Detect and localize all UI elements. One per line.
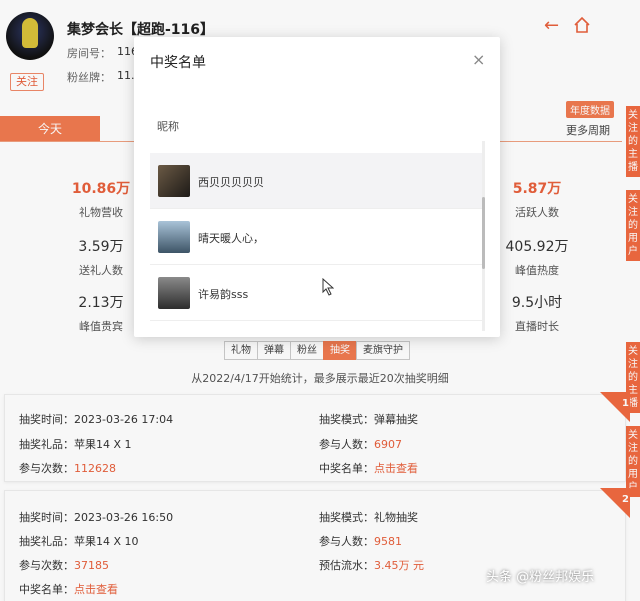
winner-row[interactable]: 许易韵sss xyxy=(150,265,484,321)
winner-name: 西贝贝贝贝贝 xyxy=(198,176,264,189)
winners-modal: 中奖名单 × 昵称 西贝贝贝贝贝 晴天暖人心， 许易韵sss xyxy=(134,37,500,337)
winner-avatar xyxy=(158,165,190,197)
winner-avatar xyxy=(158,221,190,253)
live-stats-page: 关注 集梦会长【超跑-116】 房间号： 116 粉丝牌： 11. ← 今天 年… xyxy=(0,0,640,601)
watermark: 头条 @粉丝邦娱乐 xyxy=(486,570,595,585)
winner-avatar xyxy=(158,277,190,309)
winner-row[interactable]: 晴天暖人心， xyxy=(150,209,484,265)
mouse-cursor-icon xyxy=(322,278,334,296)
close-icon[interactable]: × xyxy=(472,50,485,69)
modal-scrollbar-thumb[interactable] xyxy=(482,197,485,269)
modal-title: 中奖名单 xyxy=(150,55,206,71)
nickname-column-header: 昵称 xyxy=(157,120,179,133)
winner-name: 晴天暖人心， xyxy=(198,232,264,245)
winner-name: 许易韵sss xyxy=(198,288,249,301)
winner-row[interactable]: 西贝贝贝贝贝 xyxy=(150,153,484,209)
